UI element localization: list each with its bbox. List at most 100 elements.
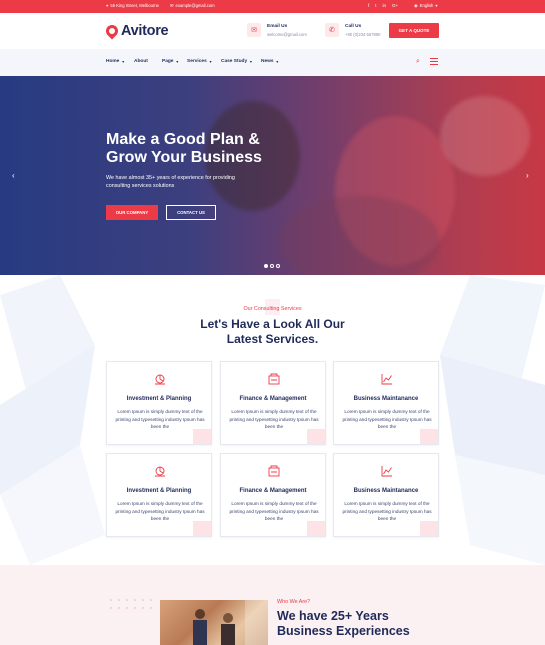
services-title: Let's Have a Look All Our Latest Service… [0, 317, 545, 347]
service-card-text: Lorem Ipsum is simply dummy text of the … [115, 409, 205, 429]
card-corner-decoration [193, 429, 211, 444]
google-plus-icon[interactable]: G+ [392, 3, 398, 8]
nav-item-page[interactable]: Page ▼ [162, 59, 179, 64]
service-card[interactable]: Business Maintanance Lorem Ipsum is simp… [333, 361, 439, 445]
linkedin-icon[interactable]: in [383, 3, 387, 8]
hero-title: Make a Good Plan & Grow Your Business [106, 131, 306, 167]
get-quote-button[interactable]: GET A QUOTE [389, 23, 439, 38]
about-section: Who We Are? We have 25+ Years Business E… [0, 565, 545, 645]
logo[interactable]: Avitore [103, 22, 169, 40]
planning-icon [155, 374, 165, 385]
nav-label: About [134, 59, 148, 64]
service-card[interactable]: Finance & Management Lorem Ipsum is simp… [220, 361, 326, 445]
chevron-right-icon[interactable]: › [526, 171, 529, 180]
service-card[interactable]: Investment & Planning Lorem Ipsum is sim… [106, 361, 212, 445]
nav-label: Page [162, 59, 174, 64]
nav-item-services[interactable]: Services ▼ [187, 59, 212, 64]
logo-pin-icon [103, 22, 121, 40]
twitter-icon[interactable]: t [375, 3, 376, 8]
nav-item-case-study[interactable]: Case Study ▼ [221, 59, 253, 64]
hero-background-shape [440, 96, 530, 176]
email-value[interactable]: welcome@gmail.com [267, 32, 307, 37]
main-nav: Home ▼ About Page ▼ Services ▼ Case Study ▼ … [0, 49, 545, 76]
email-title: Email Us [267, 24, 288, 29]
nav-item-news[interactable]: News ▼ [261, 59, 279, 64]
slider-dot[interactable] [276, 264, 280, 268]
hamburger-menu-icon[interactable] [430, 58, 438, 67]
services-title-line1: Let's Have a Look All Our [200, 317, 345, 331]
site-header: Avitore ✉ Email Us welcome@gmail.com ✆ C… [0, 13, 545, 49]
services-title-line2: Latest Services. [226, 332, 319, 346]
services-section: Our Consulting Services Let's Have a Loo… [0, 275, 545, 565]
slider-dot[interactable] [270, 264, 274, 268]
envelope-icon: ✉ [247, 23, 261, 37]
slider-dots [264, 264, 280, 268]
search-icon[interactable]: ⌕ [416, 58, 420, 66]
about-title-line2: Business Experiences [277, 623, 410, 638]
call-contact: ✆ Call Us +90 (0)234 567890 [325, 23, 381, 37]
card-corner-decoration [193, 521, 211, 536]
nav-label: News [261, 59, 274, 64]
service-card-title: Investment & Planning [126, 488, 192, 494]
about-title: We have 25+ Years Business Experiences [277, 609, 457, 638]
chevron-left-icon[interactable]: ‹ [12, 171, 15, 180]
call-value[interactable]: +90 (0)234 567890 [345, 32, 381, 37]
nav-item-about[interactable]: About [134, 59, 148, 64]
top-bar: ⌖ 55 King Street, Melbourne ✉ example@gm… [0, 0, 545, 13]
globe-icon: ◉ [414, 3, 418, 8]
service-card-title: Investment & Planning [126, 396, 192, 402]
contact-us-button[interactable]: CONTACT US [166, 205, 216, 220]
service-card-text: Lorem Ipsum is simply dummy text of the … [342, 409, 432, 429]
our-company-button[interactable]: OUR COMPANY [106, 205, 158, 220]
chart-icon [381, 374, 392, 385]
service-card-text: Lorem Ipsum is simply dummy text of the … [342, 501, 432, 521]
address-text: 55 King Street, Melbourne [110, 3, 160, 8]
hero-subtitle: We have almost 35+ years of experience f… [106, 175, 235, 189]
service-card-title: Finance & Management [239, 396, 307, 402]
dot-pattern-decoration [110, 599, 152, 609]
service-card-title: Business Maintanance [353, 396, 419, 402]
chevron-down-icon: ▼ [249, 59, 253, 64]
card-corner-decoration [420, 521, 438, 536]
hero-slider: Make a Good Plan & Grow Your Business We… [0, 76, 545, 275]
facebook-icon[interactable]: f [368, 3, 369, 8]
service-card[interactable]: Investment & Planning Lorem Ipsum is sim… [106, 453, 212, 537]
chevron-down-icon: ▼ [121, 59, 125, 64]
service-card[interactable]: Business Maintanance Lorem Ipsum is simp… [333, 453, 439, 537]
card-corner-decoration [307, 429, 325, 444]
nav-label: Services [187, 59, 207, 64]
nav-item-home[interactable]: Home ▼ [106, 59, 125, 64]
slider-dot[interactable] [264, 264, 268, 268]
logo-text: Avitore [121, 23, 169, 39]
email-info[interactable]: ✉ example@gmail.com [170, 3, 215, 8]
finance-icon [268, 373, 280, 385]
chevron-down-icon: ▾ [435, 3, 438, 8]
about-title-line1: We have 25+ Years [277, 609, 389, 623]
planning-icon [155, 466, 165, 477]
service-card-title: Business Maintanance [353, 488, 419, 494]
hero-title-line1: Make a Good Plan & [106, 131, 260, 148]
service-card-title: Finance & Management [239, 488, 307, 494]
service-card-text: Lorem Ipsum is simply dummy text of the … [229, 409, 319, 429]
card-corner-decoration [420, 429, 438, 444]
nav-label: Case Study [221, 59, 248, 64]
hero-title-line2: Grow Your Business [106, 149, 262, 166]
language-selector[interactable]: ◉ English ▾ [414, 3, 438, 8]
address-info: ⌖ 55 King Street, Melbourne [106, 3, 159, 8]
chevron-down-icon: ▼ [175, 59, 180, 64]
social-links: f t in G+ [368, 3, 398, 8]
service-card[interactable]: Finance & Management Lorem Ipsum is simp… [220, 453, 326, 537]
location-pin-icon: ⌖ [106, 3, 109, 8]
service-card-text: Lorem Ipsum is simply dummy text of the … [229, 501, 319, 521]
nav-label: Home [106, 59, 120, 64]
people-photo-illustration [193, 600, 268, 645]
mail-icon: ✉ [170, 3, 174, 8]
language-label: English [419, 3, 434, 8]
phone-icon: ✆ [325, 23, 339, 37]
finance-icon [268, 465, 280, 477]
email-text[interactable]: example@gmail.com [176, 3, 215, 8]
call-title: Call Us [345, 24, 362, 29]
chart-icon [381, 466, 392, 477]
email-contact: ✉ Email Us welcome@gmail.com [247, 23, 307, 37]
about-eyebrow: Who We Are? [277, 599, 311, 605]
